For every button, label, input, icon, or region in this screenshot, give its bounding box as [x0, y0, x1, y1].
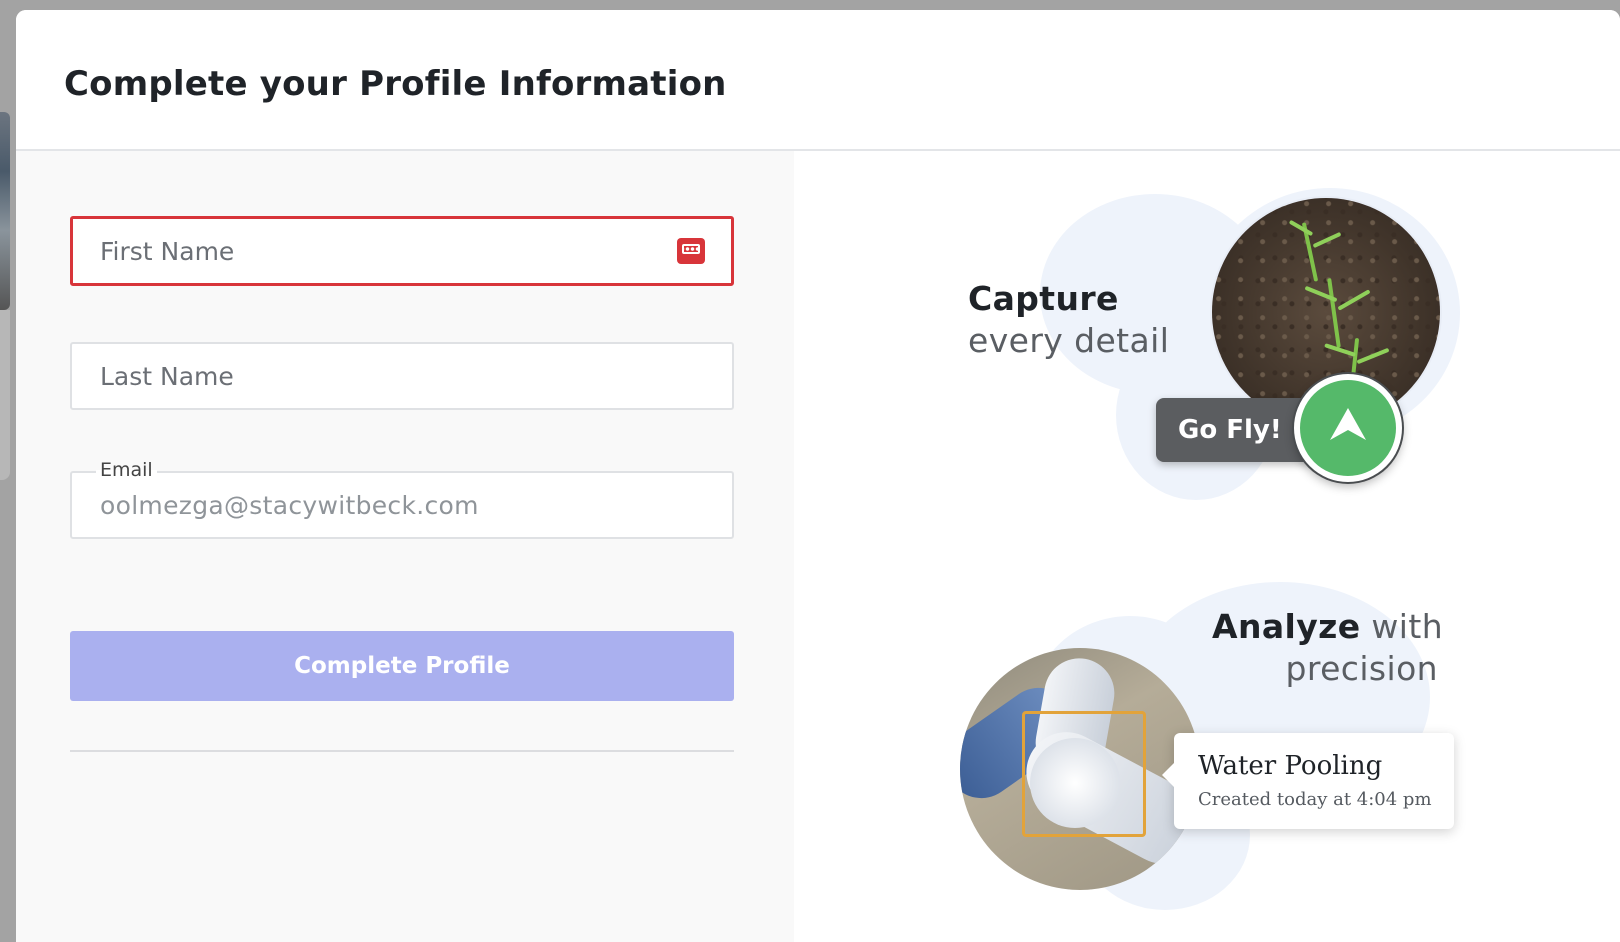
detection-card: Water Pooling Created today at 4:04 pm — [1162, 733, 1454, 829]
analyze-headline-rest1: with — [1360, 607, 1444, 646]
password-manager-icon[interactable] — [677, 238, 705, 264]
analyze-headline: Analyze with precision — [1212, 606, 1443, 690]
email-label: Email — [96, 459, 157, 481]
go-fly-button[interactable] — [1294, 374, 1402, 482]
detection-card-subtitle: Created today at 4:04 pm — [1198, 789, 1432, 810]
leaf — [1337, 289, 1371, 311]
leaf — [1288, 219, 1314, 237]
analyze-headline-rest2: precision — [1285, 649, 1438, 688]
sprout — [1327, 278, 1341, 348]
last-name-input[interactable] — [100, 344, 660, 408]
first-name-field[interactable] — [70, 216, 734, 286]
detection-box — [1022, 711, 1146, 837]
capture-headline: Capture every detail — [968, 278, 1169, 362]
last-name-field[interactable] — [70, 342, 734, 410]
form-pane: Email oolmezga@stacywitbeck.com Complete… — [16, 151, 794, 942]
first-name-input[interactable] — [100, 219, 660, 283]
dialog-title: Complete your Profile Information — [64, 64, 727, 104]
analyze-headline-bold: Analyze — [1212, 607, 1361, 646]
capture-headline-bold: Capture — [968, 279, 1119, 318]
complete-profile-button[interactable]: Complete Profile — [70, 631, 734, 701]
form-divider — [70, 750, 734, 752]
leaf — [1312, 231, 1342, 249]
email-field: Email oolmezga@stacywitbeck.com — [70, 459, 734, 539]
background-image-sliver — [0, 112, 10, 310]
arrow-up-icon — [1330, 408, 1366, 440]
dialog-header: Complete your Profile Information — [16, 10, 1620, 151]
leaf — [1356, 347, 1390, 365]
detection-card-title: Water Pooling — [1198, 751, 1383, 781]
capture-headline-rest: every detail — [968, 321, 1170, 360]
email-value: oolmezga@stacywitbeck.com — [100, 491, 479, 520]
background-panel-sliver — [0, 310, 10, 480]
